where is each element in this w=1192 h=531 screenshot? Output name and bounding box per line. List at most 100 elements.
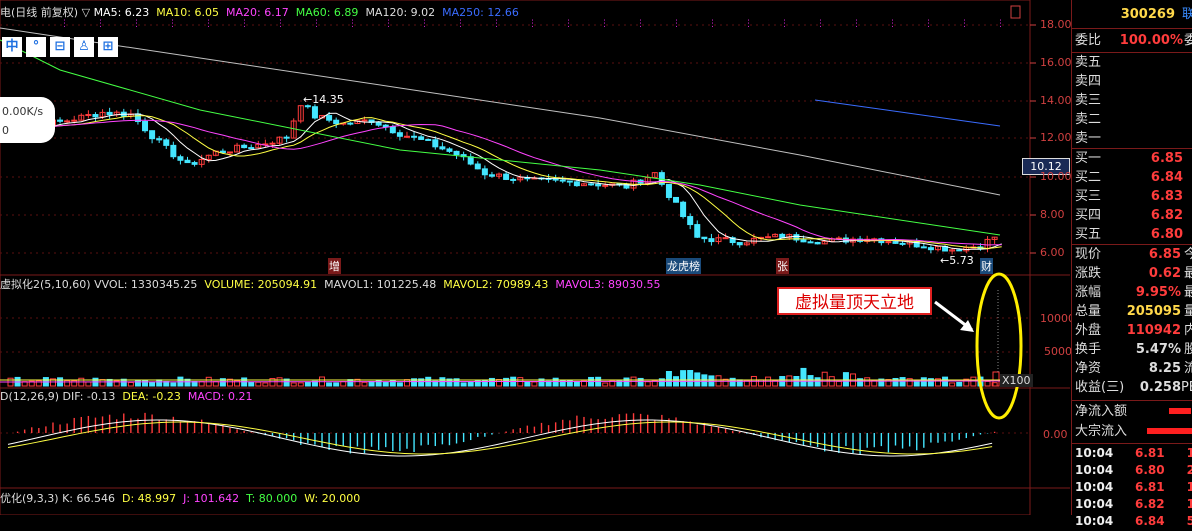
- event-dot: ⋮: [672, 19, 681, 29]
- volume-indicator-title: 虚拟化2(5,10,60): [0, 278, 91, 291]
- volume-bar: [326, 382, 333, 387]
- candle: [588, 183, 595, 186]
- speed-rate: 0.00K/s: [2, 105, 44, 118]
- d-label: D: 48.997: [121, 492, 177, 505]
- candle: [800, 239, 807, 243]
- sell1-row: 卖一: [1075, 131, 1102, 146]
- volume-bar: [389, 379, 396, 387]
- volume-bar: [821, 371, 828, 387]
- dif-label: DIF: -0.13: [62, 390, 116, 403]
- network-speed-widget[interactable]: 0.00K/s 0: [0, 97, 55, 143]
- volume-label: VOLUME: 205094.91: [204, 278, 318, 291]
- buy3-row: 买三 6.83: [1075, 189, 1183, 204]
- sell3-row: 卖三: [1075, 93, 1102, 108]
- candle: [57, 119, 64, 122]
- stat-row: 涨幅 9.95% 最: [1075, 285, 1192, 300]
- speed-count: 0: [2, 124, 9, 137]
- event-dot: ⋮: [852, 19, 861, 29]
- ma-toggle-icon[interactable]: ▽: [82, 6, 90, 19]
- volume-bar: [255, 381, 262, 387]
- volume-bar: [644, 381, 651, 387]
- volume-bar: [460, 382, 467, 387]
- ma250-line: [814, 99, 1001, 127]
- ma20-label: MA20: 6.17: [226, 6, 289, 19]
- volume-bar: [297, 382, 304, 387]
- candle: [680, 201, 687, 218]
- volume-bar: [984, 380, 991, 387]
- vvol-label: VVOL: 1330345.25: [94, 278, 198, 291]
- event-dot: ⋮: [420, 19, 429, 29]
- event-dot: ⋮: [204, 19, 213, 29]
- volume-bar: [552, 377, 559, 387]
- mavol3-label: MAVOL3: 89030.55: [555, 278, 661, 291]
- high-price-annotation: ←14.35: [303, 93, 344, 106]
- candle: [142, 121, 149, 132]
- ma5-line: [10, 112, 1002, 251]
- event-dot: ⋮: [744, 19, 753, 29]
- volume-bar: [573, 381, 580, 387]
- volume-bar: [899, 377, 906, 387]
- candle: [595, 183, 602, 187]
- candle: [453, 150, 460, 156]
- chinese-input-icon[interactable]: 中: [2, 37, 22, 57]
- w-label: W: 20.000: [304, 492, 361, 505]
- volume-bar: [680, 370, 687, 387]
- grid-menu-icon[interactable]: ⊞: [98, 37, 118, 57]
- candle: [665, 183, 672, 198]
- event-marker-zeng[interactable]: 增: [328, 258, 341, 274]
- volume-bar: [99, 379, 106, 387]
- weibi-row: 委比 100.00% 委: [1075, 33, 1192, 48]
- volume-bar: [382, 381, 389, 387]
- volume-bar: [290, 382, 297, 387]
- keyboard-icon[interactable]: ⊟: [50, 37, 70, 57]
- chart-frame: [0, 0, 1031, 515]
- volume-bar: [170, 382, 177, 387]
- event-dot: ⋮: [168, 19, 177, 29]
- event-marker-lhb[interactable]: 龙虎榜: [666, 258, 701, 274]
- user-icon[interactable]: ♙: [74, 37, 94, 57]
- punctuation-icon[interactable]: °: [26, 37, 46, 57]
- net-inflow-bar: [1169, 408, 1191, 414]
- volume-unit: X100: [1000, 374, 1033, 387]
- volume-bar: [262, 382, 269, 387]
- ma120-label: MA120: 9.02: [365, 6, 436, 19]
- dif-line: [7, 419, 993, 457]
- candle: [602, 184, 609, 187]
- buy1-row: 买一 6.85: [1075, 151, 1183, 166]
- candle: [219, 150, 226, 153]
- event-dot: ⋮: [960, 19, 969, 29]
- volume-bar: [800, 367, 807, 387]
- event-dot: ⋮: [924, 19, 933, 29]
- volume-bar: [835, 380, 842, 387]
- volume-bar: [361, 381, 368, 387]
- volume-bar: [375, 379, 382, 387]
- candle: [467, 156, 474, 165]
- volume-bar: [396, 382, 403, 387]
- event-dot: ⋮: [816, 19, 825, 29]
- candle: [396, 132, 403, 137]
- volume-bar: [347, 379, 354, 387]
- volume-bar: [602, 382, 609, 387]
- candle: [149, 130, 156, 140]
- event-marker-zhang[interactable]: 张: [776, 258, 789, 274]
- candle: [403, 135, 410, 138]
- macd-tick: 0.00: [1043, 428, 1068, 441]
- candle: [333, 119, 340, 125]
- event-marker-cai[interactable]: 财: [980, 258, 993, 274]
- block-inflow-bar: [1147, 428, 1192, 434]
- volume-bar: [368, 380, 375, 387]
- volume-bar: [842, 372, 849, 387]
- candle: [439, 146, 446, 150]
- volume-bar: [64, 380, 71, 387]
- stock-chart[interactable]: ⋮ ⋮ ⋮ ⋮ ⋮ ⋮ ⋮ ⋮ ⋮ ⋮ ⋮ ⋮ ⋮ ⋮ ⋮ ⋮ ⋮ ⋮ ⋮ ⋮ ⋮ ⋮ ⋮ ⋮ ⋮ ⋮ ⋮: [0, 0, 1071, 515]
- candle: [503, 173, 510, 180]
- mavol2-label: MAVOL2: 70989.43: [443, 278, 549, 291]
- candle: [552, 178, 559, 181]
- volume-bar: [864, 377, 871, 387]
- t-label: T: 80.000: [246, 492, 298, 505]
- candle: [226, 151, 233, 154]
- candle: [241, 144, 248, 149]
- candle: [701, 236, 708, 240]
- k-label: K: 66.546: [62, 492, 115, 505]
- price-tick: 16.00: [1040, 56, 1072, 69]
